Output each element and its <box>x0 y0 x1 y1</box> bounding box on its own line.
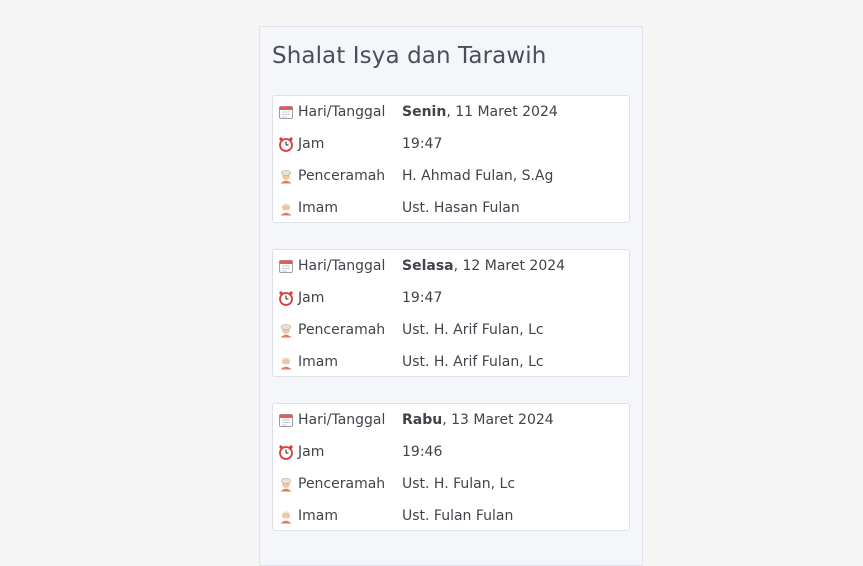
row-date: Hari/Tanggal Senin, 11 Maret 2024 <box>273 96 629 128</box>
speaker-value: Ust. H. Arif Fulan, Lc <box>402 322 544 338</box>
old-man-icon <box>280 511 292 524</box>
date-label: Hari/Tanggal <box>298 258 386 274</box>
alarm-clock-icon <box>279 291 293 306</box>
schedule-card-2: Hari/Tanggal Selasa, 12 Maret 2024 Jam 1… <box>272 249 630 377</box>
man-with-turban-icon <box>280 170 292 184</box>
calendar-icon <box>279 414 293 427</box>
row-imam: Imam Ust. Hasan Fulan <box>273 192 629 224</box>
date-value: Senin, 11 Maret 2024 <box>402 104 558 120</box>
imam-label: Imam <box>298 508 338 524</box>
schedule-card-3: Hari/Tanggal Rabu, 13 Maret 2024 Jam 19:… <box>272 403 630 531</box>
page-title: Shalat Isya dan Tarawih <box>272 43 547 69</box>
time-label: Jam <box>298 136 325 152</box>
time-value: 19:46 <box>402 444 443 460</box>
speaker-label: Penceramah <box>298 322 386 338</box>
imam-label: Imam <box>298 354 338 370</box>
row-speaker: Penceramah Ust. H. Arif Fulan, Lc <box>273 314 629 346</box>
imam-value: Ust. Fulan Fulan <box>402 508 514 524</box>
day-name: Senin <box>402 104 447 120</box>
man-with-turban-icon <box>280 324 292 338</box>
row-time: Jam 19:47 <box>273 282 629 314</box>
imam-value: Ust. Hasan Fulan <box>402 200 520 216</box>
row-time: Jam 19:47 <box>273 128 629 160</box>
date-value: Rabu, 13 Maret 2024 <box>402 412 554 428</box>
row-imam: Imam Ust. Fulan Fulan <box>273 500 629 532</box>
speaker-label: Penceramah <box>298 476 386 492</box>
schedule-card-1: Hari/Tanggal Senin, 11 Maret 2024 Jam 19… <box>272 95 630 223</box>
row-speaker: Penceramah Ust. H. Fulan, Lc <box>273 468 629 500</box>
date-value: Selasa, 12 Maret 2024 <box>402 258 565 274</box>
row-date: Hari/Tanggal Rabu, 13 Maret 2024 <box>273 404 629 436</box>
date-text: , 12 Maret 2024 <box>453 258 566 274</box>
speaker-value: H. Ahmad Fulan, S.Ag <box>402 168 554 184</box>
row-date: Hari/Tanggal Selasa, 12 Maret 2024 <box>273 250 629 282</box>
old-man-icon <box>280 203 292 216</box>
date-text: , 13 Maret 2024 <box>442 412 554 428</box>
time-label: Jam <box>298 444 325 460</box>
day-name: Selasa <box>402 258 454 274</box>
imam-value: Ust. H. Arif Fulan, Lc <box>402 354 544 370</box>
time-label: Jam <box>298 290 325 306</box>
speaker-value: Ust. H. Fulan, Lc <box>402 476 516 492</box>
day-name: Rabu <box>402 412 443 428</box>
old-man-icon <box>280 357 292 370</box>
alarm-clock-icon <box>279 445 293 460</box>
imam-label: Imam <box>298 200 338 216</box>
man-with-turban-icon <box>280 478 292 492</box>
alarm-clock-icon <box>279 137 293 152</box>
date-text: , 11 Maret 2024 <box>446 104 558 120</box>
speaker-label: Penceramah <box>298 168 386 184</box>
time-value: 19:47 <box>402 290 443 306</box>
calendar-icon <box>279 260 293 273</box>
date-label: Hari/Tanggal <box>298 412 386 428</box>
row-time: Jam 19:46 <box>273 436 629 468</box>
row-imam: Imam Ust. H. Arif Fulan, Lc <box>273 346 629 378</box>
time-value: 19:47 <box>402 136 443 152</box>
schedule-panel: Shalat Isya dan Tarawih Hari/Tanggal Sen… <box>259 26 643 566</box>
date-label: Hari/Tanggal <box>298 104 386 120</box>
calendar-icon <box>279 106 293 119</box>
row-speaker: Penceramah H. Ahmad Fulan, S.Ag <box>273 160 629 192</box>
